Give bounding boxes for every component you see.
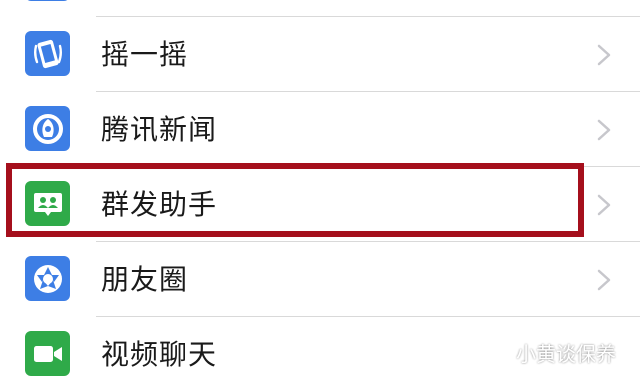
menu-list: 摇一摇 腾讯新闻 群发助手 朋友圈 视频聊天 xyxy=(0,0,640,382)
chevron-right-icon xyxy=(597,44,611,66)
menu-row-moments[interactable]: 朋友圈 xyxy=(0,242,640,317)
wechat-icon xyxy=(482,341,509,362)
chevron-right-icon xyxy=(597,194,611,216)
app-icon xyxy=(25,0,70,1)
moments-icon xyxy=(25,256,70,301)
menu-row-label: 朋友圈 xyxy=(101,263,189,296)
news-icon xyxy=(25,106,70,151)
shake-icon xyxy=(25,31,70,76)
chevron-right-icon xyxy=(597,269,611,291)
menu-row-news[interactable]: 腾讯新闻 xyxy=(0,92,640,167)
watermark: 小黄谈保养 xyxy=(482,338,616,366)
video-call-icon xyxy=(25,331,70,376)
settings-screen: 摇一摇 腾讯新闻 群发助手 朋友圈 视频聊天 小黄谈保养 xyxy=(0,0,640,382)
menu-row-label: 视频聊天 xyxy=(101,338,218,371)
menu-row-shake[interactable]: 摇一摇 xyxy=(0,17,640,92)
watermark-text: 小黄谈保养 xyxy=(516,341,616,366)
menu-row-label: 摇一摇 xyxy=(101,38,189,71)
broadcast-icon xyxy=(25,181,70,226)
menu-row-label: 群发助手 xyxy=(101,188,218,221)
menu-row-label: 腾讯新闻 xyxy=(101,113,218,146)
menu-row-partial[interactable] xyxy=(0,0,640,17)
menu-row-broadcast[interactable]: 群发助手 xyxy=(0,167,640,242)
chevron-right-icon xyxy=(597,119,611,141)
